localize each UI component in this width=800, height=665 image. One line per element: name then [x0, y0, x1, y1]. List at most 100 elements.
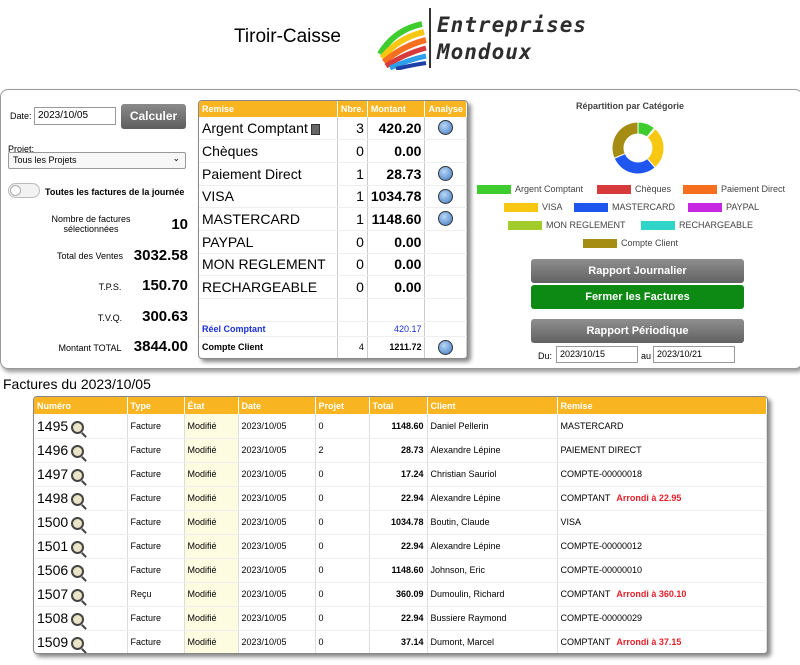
col-etat[interactable]: État [184, 397, 239, 414]
invoice-date: 2023/10/05 [238, 606, 316, 631]
invoice-number: 1501 [37, 538, 69, 554]
date-label: Date: [10, 111, 32, 121]
zoom-icon[interactable] [71, 444, 85, 458]
invoice-client: Alexandre Lépine [427, 534, 558, 559]
col-projet[interactable]: Projet [315, 397, 370, 414]
table-row[interactable]: 1497 Facture Modifié 2023/10/05 0 17.24 Christ… [34, 462, 767, 487]
invoice-total: 28.73 [369, 438, 428, 463]
daily-report-button[interactable]: Rapport Journalier [531, 259, 744, 283]
invoice-date: 2023/10/05 [238, 558, 316, 583]
invoice-type: Reçu [127, 582, 185, 607]
rounding-note: Arrondi à 360.10 [616, 589, 687, 599]
project-select[interactable]: Tous les Projets ⌄ [8, 152, 186, 169]
invoice-date: 2023/10/05 [238, 486, 316, 511]
invoice-project: 0 [315, 582, 370, 607]
invoice-type: Facture [127, 486, 185, 511]
table-row[interactable]: 1501 Facture Modifié 2023/10/05 0 22.94 Alexan… [34, 534, 767, 559]
date-input[interactable]: 2023/10/05 [34, 107, 116, 125]
zoom-icon[interactable] [71, 420, 85, 434]
invoice-remise: PAIEMENT DIRECT [560, 445, 642, 455]
payment-name: Paiement Direct [199, 162, 338, 186]
table-row[interactable]: 1508 Facture Modifié 2023/10/05 0 22.94 Bussie… [34, 606, 767, 631]
col-date[interactable]: Date [238, 397, 316, 414]
invoice-number: 1495 [37, 417, 69, 434]
col-client[interactable]: Client [427, 397, 558, 414]
zoom-icon[interactable] [71, 540, 85, 554]
to-date-input[interactable]: 2023/10/21 [653, 346, 735, 363]
close-invoices-button[interactable]: Fermer les Factures [531, 285, 744, 309]
legend-item: Argent Comptant [477, 184, 583, 195]
table-row: Paiement Direct 1 28.73 [199, 162, 467, 186]
invoice-client: Christian Sauriol [427, 462, 558, 487]
calculate-button[interactable]: Calculer [121, 104, 186, 129]
invoice-type: Facture [127, 630, 185, 653]
col-nbre: Nbre. [337, 101, 368, 117]
category-donut-chart [611, 121, 665, 175]
zoom-icon[interactable] [71, 588, 85, 602]
col-numero[interactable]: Numéro [34, 397, 128, 414]
payment-count: 1 [337, 162, 368, 186]
invoice-type: Facture [127, 606, 185, 631]
analyse-icon[interactable] [438, 120, 454, 136]
payment-name: Argent Comptant [202, 120, 308, 137]
col-remise[interactable]: Remise [557, 397, 767, 414]
invoice-project: 0 [315, 534, 370, 559]
invoice-remise: COMPTE-00000010 [560, 565, 643, 575]
payment-name: RECHARGEABLE [199, 275, 338, 299]
invoice-project: 0 [315, 414, 370, 439]
legend-swatch [477, 185, 511, 195]
zoom-icon[interactable] [71, 492, 85, 506]
invoice-date: 2023/10/05 [238, 630, 316, 653]
table-row[interactable]: 1496 Facture Modifié 2023/10/05 2 28.73 Alexan… [34, 438, 767, 463]
payment-name: PAYPAL [199, 230, 338, 254]
toggle-knob [10, 185, 21, 196]
category-title: Répartition par Catégorie [576, 101, 685, 111]
invoice-project: 2 [315, 438, 370, 463]
legend-item: Chèques [597, 184, 671, 195]
payment-count: 1 [337, 207, 368, 231]
table-row[interactable]: 1506 Facture Modifié 2023/10/05 0 1148.60 John… [34, 558, 767, 583]
table-row[interactable]: 1495 Facture Modifié 2023/10/05 0 1148.60 Dani… [34, 414, 767, 439]
col-total[interactable]: Total [369, 397, 428, 414]
zoom-icon[interactable] [71, 516, 85, 530]
invoice-remise: COMPTE-00000012 [560, 541, 643, 551]
table-row[interactable]: 1498 Facture Modifié 2023/10/05 0 22.94 Alexan… [34, 486, 767, 511]
invoice-state: Modifié [184, 534, 239, 559]
payment-amount: 28.73 [367, 162, 426, 186]
analyse-icon[interactable] [438, 211, 454, 227]
invoice-number: 1500 [37, 514, 69, 530]
reel-comptant-row: Réel Comptant 420.17 [199, 321, 467, 337]
legend-swatch [597, 185, 631, 195]
compte-client-count: 4 [337, 336, 368, 358]
compte-client-row: Compte Client 4 1211.72 [199, 336, 467, 358]
payment-amount: 0.00 [367, 275, 426, 299]
from-date-input[interactable]: 2023/10/15 [556, 346, 638, 363]
analyse-icon[interactable] [438, 339, 454, 355]
zoom-icon[interactable] [71, 468, 85, 482]
table-row[interactable]: 1509 Facture Modifié 2023/10/05 0 37.14 Dumont… [34, 630, 767, 653]
zoom-icon[interactable] [71, 612, 85, 626]
compte-client-value: 1211.72 [367, 336, 426, 358]
zoom-icon[interactable] [71, 564, 85, 578]
zoom-icon[interactable] [71, 636, 85, 650]
analyse-icon[interactable] [438, 188, 454, 204]
all-invoices-toggle[interactable] [8, 183, 40, 198]
table-row[interactable]: 1507 Reçu Modifié 2023/10/05 0 360.09 Dumoulin… [34, 582, 767, 607]
logo-rainbow-icon [377, 21, 427, 70]
analyse-icon[interactable] [438, 165, 454, 181]
invoice-project: 0 [315, 630, 370, 653]
invoice-client: Dumont, Marcel [427, 630, 558, 653]
invoice-type: Facture [127, 510, 185, 535]
table-row[interactable]: 1500 Facture Modifié 2023/10/05 0 1034.78 Bout… [34, 510, 767, 535]
calculator-icon[interactable] [310, 123, 320, 135]
legend-item: PAYPAL [688, 202, 759, 213]
tps-value: 150.70 [142, 277, 188, 294]
legend-item: Paiement Direct [683, 184, 785, 195]
legend-swatch [683, 185, 717, 195]
col-type[interactable]: Type [127, 397, 185, 414]
invoice-state: Modifié [184, 606, 239, 631]
legend-item: VISA [504, 202, 563, 213]
payment-count: 0 [337, 253, 368, 277]
invoice-state: Modifié [184, 462, 239, 487]
period-report-button[interactable]: Rapport Périodique [531, 319, 744, 343]
